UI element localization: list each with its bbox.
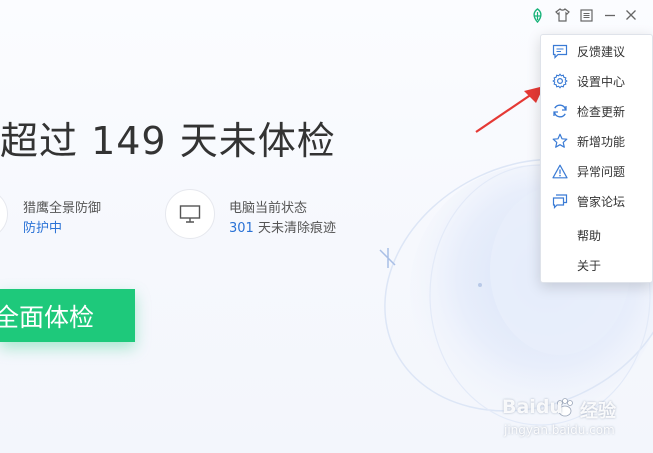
full-scan-button-label: 全面体检: [0, 302, 95, 332]
menu-item-new-features[interactable]: 新增功能: [541, 126, 653, 156]
defense-status-label: 猎鹰全景防御: [23, 201, 102, 216]
days-since-checkup-headline: 超过 149 天未体检: [0, 119, 336, 163]
defense-status-icon: [0, 189, 8, 239]
menu-item-forum-label: 管家论坛: [577, 194, 626, 209]
forum-icon: [551, 193, 568, 210]
menu-item-forum[interactable]: 管家论坛: [541, 186, 653, 216]
menu-item-new-features-label: 新增功能: [577, 134, 626, 149]
computer-status-label: 电脑当前状态: [229, 201, 308, 216]
watermark-brand: Baidu: [502, 396, 563, 418]
menu-item-feedback[interactable]: 反馈建议: [541, 36, 653, 66]
menu-item-issues[interactable]: 异常问题: [541, 156, 653, 186]
watermark-url: jingyan.baidu.com: [504, 423, 615, 437]
menu-item-check-update-label: 检查更新: [577, 104, 626, 119]
main-menu-dropdown: 反馈建议 设置中心 检查更新 新增功能 异常问题 管家论坛 帮助 关于: [540, 34, 653, 283]
menu-item-about[interactable]: 关于: [541, 250, 653, 280]
menu-item-about-label: 关于: [577, 258, 602, 273]
computer-status-icon-box: [165, 189, 215, 239]
menu-item-check-update[interactable]: 检查更新: [541, 96, 653, 126]
menu-item-help[interactable]: 帮助: [541, 220, 653, 250]
menu-icon[interactable]: [577, 6, 595, 24]
defense-status-value: 防护中: [23, 221, 63, 236]
menu-item-help-label: 帮助: [577, 228, 602, 243]
watermark-suffix: 经验: [580, 401, 616, 422]
full-scan-button[interactable]: 全面体检: [0, 289, 135, 342]
menu-item-settings[interactable]: 设置中心: [541, 66, 653, 96]
menu-item-settings-label: 设置中心: [577, 74, 626, 89]
monitor-icon: [179, 205, 201, 223]
close-icon[interactable]: [622, 6, 640, 24]
shirt-icon[interactable]: [553, 6, 571, 24]
computer-status-value: 301 天未清除痕迹: [229, 217, 336, 236]
refresh-icon: [551, 103, 568, 120]
star-icon: [551, 133, 568, 150]
uncleaned-days-count: 301: [229, 221, 254, 236]
feedback-icon: [551, 43, 568, 60]
annotation-arrow: [475, 86, 544, 133]
main-window: 超过 149 天未体检 猎鹰全景防御 防护中 电脑当前状态 301 天未清除痕迹…: [0, 0, 653, 453]
menu-item-feedback-label: 反馈建议: [577, 44, 626, 59]
settings-gear-icon: [551, 73, 568, 90]
minimize-icon[interactable]: [601, 6, 619, 24]
baidu-jingyan-watermark: Baidu 经验 jingyan.baidu.com: [500, 392, 650, 450]
skin-leaf-icon[interactable]: [528, 6, 546, 24]
uncleaned-days-text: 天未清除痕迹: [253, 221, 336, 236]
menu-item-issues-label: 异常问题: [577, 164, 626, 179]
warning-icon: [551, 163, 568, 180]
